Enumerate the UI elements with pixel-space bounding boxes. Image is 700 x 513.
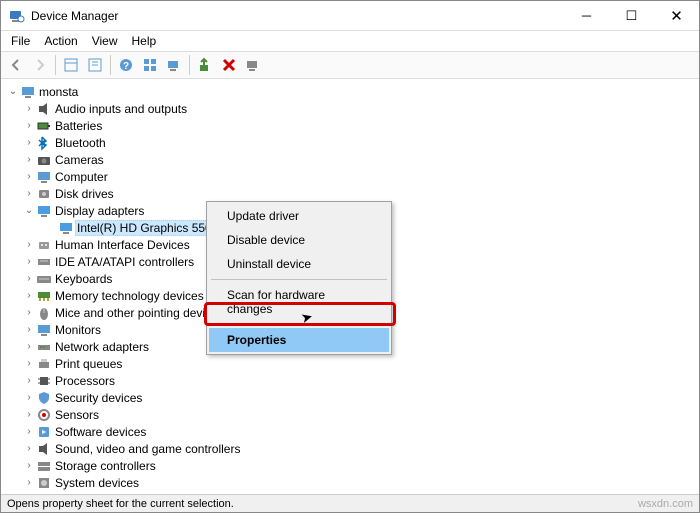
menu-view[interactable]: View (86, 32, 124, 50)
tree-category-label: Sound, video and game controllers (53, 442, 242, 456)
tree-category[interactable]: ›Print queues (5, 355, 699, 372)
tree-category-label: Processors (53, 374, 117, 388)
tree-category[interactable]: ›Batteries (5, 117, 699, 134)
sound-icon (35, 441, 53, 457)
tree-category-label: Mice and other pointing devi (53, 306, 207, 320)
tree-category[interactable]: ›Security devices (5, 389, 699, 406)
properties-button[interactable] (84, 54, 106, 76)
software-icon (35, 424, 53, 440)
disable-button[interactable] (242, 54, 264, 76)
ctx-disable-device[interactable]: Disable device (209, 228, 389, 252)
monitor-icon (35, 322, 53, 338)
menubar: File Action View Help (1, 31, 699, 51)
uninstall-button[interactable] (218, 54, 240, 76)
tree-root[interactable]: ⌄monsta (5, 83, 699, 100)
forward-button[interactable] (29, 54, 51, 76)
menu-help[interactable]: Help (126, 32, 163, 50)
tree-category-label: IDE ATA/ATAPI controllers (53, 255, 196, 269)
menu-file[interactable]: File (5, 32, 36, 50)
tree-category-label: Monitors (53, 323, 103, 337)
printer-icon (35, 356, 53, 372)
sensor-icon (35, 407, 53, 423)
tree-category[interactable]: ›Sound, video and game controllers (5, 440, 699, 457)
tree-category-label: Audio inputs and outputs (53, 102, 189, 116)
tree-category-label: Storage controllers (53, 459, 158, 473)
computer-icon (35, 169, 53, 185)
tree-category[interactable]: ›Software devices (5, 423, 699, 440)
maximize-button[interactable]: ☐ (609, 1, 654, 30)
ctx-scan-hardware[interactable]: Scan for hardware changes (209, 283, 389, 321)
tree-category[interactable]: ›Sensors (5, 406, 699, 423)
tree-category-label: Display adapters (53, 204, 146, 218)
storage-icon (35, 458, 53, 474)
scan-button[interactable] (163, 54, 185, 76)
ctx-uninstall-device[interactable]: Uninstall device (209, 252, 389, 276)
watermark: wsxdn.com (638, 498, 693, 510)
display-icon (35, 203, 53, 219)
minimize-button[interactable]: ─ (564, 1, 609, 30)
display-icon (57, 220, 75, 236)
help-button[interactable]: ? (115, 54, 137, 76)
ide-icon (35, 254, 53, 270)
speaker-icon (35, 101, 53, 117)
view-button[interactable] (139, 54, 161, 76)
system-icon (35, 475, 53, 491)
network-icon (35, 339, 53, 355)
tree-category-label: Keyboards (53, 272, 114, 286)
tree-category-label: Network adapters (53, 340, 151, 354)
mouse-icon (35, 305, 53, 321)
tree-category-label: System devices (53, 476, 141, 490)
memory-icon (35, 288, 53, 304)
tree-category[interactable]: ›System devices (5, 474, 699, 491)
tree-category-label: Sensors (53, 408, 101, 422)
context-menu: Update driver Disable device Uninstall d… (206, 201, 392, 355)
tree-category-label: Memory technology devices (53, 289, 206, 303)
app-icon (9, 8, 25, 24)
tree-category-label: Print queues (53, 357, 124, 371)
ctx-separator (211, 279, 387, 280)
tree-device-label: Intel(R) HD Graphics 5500 (75, 220, 220, 236)
camera-icon (35, 152, 53, 168)
tree-category-label: Computer (53, 170, 110, 184)
disk-icon (35, 186, 53, 202)
tree-category-label: Batteries (53, 119, 104, 133)
security-icon (35, 390, 53, 406)
battery-icon (35, 118, 53, 134)
ctx-update-driver[interactable]: Update driver (209, 204, 389, 228)
hid-icon (35, 237, 53, 253)
status-text: Opens property sheet for the current sel… (7, 498, 234, 510)
computer-icon (19, 84, 37, 100)
show-hide-button[interactable] (60, 54, 82, 76)
tree-category[interactable]: ›Audio inputs and outputs (5, 100, 699, 117)
keyboard-icon (35, 271, 53, 287)
titlebar: Device Manager ─ ☐ ✕ (1, 1, 699, 31)
toolbar: ? (1, 51, 699, 79)
window-title: Device Manager (31, 9, 564, 23)
tree-category[interactable]: ›Cameras (5, 151, 699, 168)
cpu-icon (35, 373, 53, 389)
ctx-separator (211, 324, 387, 325)
back-button[interactable] (5, 54, 27, 76)
tree-category-label: Cameras (53, 153, 106, 167)
tree-category-label: Human Interface Devices (53, 238, 192, 252)
statusbar: Opens property sheet for the current sel… (1, 494, 699, 512)
bluetooth-icon (35, 135, 53, 151)
close-button[interactable]: ✕ (654, 1, 699, 30)
tree-root-label: monsta (37, 85, 80, 99)
tree-category[interactable]: ›Processors (5, 372, 699, 389)
svg-text:?: ? (123, 61, 129, 72)
tree-category[interactable]: ›Bluetooth (5, 134, 699, 151)
tree-category[interactable]: ›Storage controllers (5, 457, 699, 474)
tree-category-label: Disk drives (53, 187, 116, 201)
update-driver-button[interactable] (194, 54, 216, 76)
tree-category[interactable]: ›Disk drives (5, 185, 699, 202)
tree-category-label: Security devices (53, 391, 144, 405)
menu-action[interactable]: Action (38, 32, 83, 50)
ctx-properties[interactable]: Properties (209, 328, 389, 352)
tree-category[interactable]: ›Computer (5, 168, 699, 185)
tree-category-label: Bluetooth (53, 136, 108, 150)
tree-category-label: Software devices (53, 425, 148, 439)
